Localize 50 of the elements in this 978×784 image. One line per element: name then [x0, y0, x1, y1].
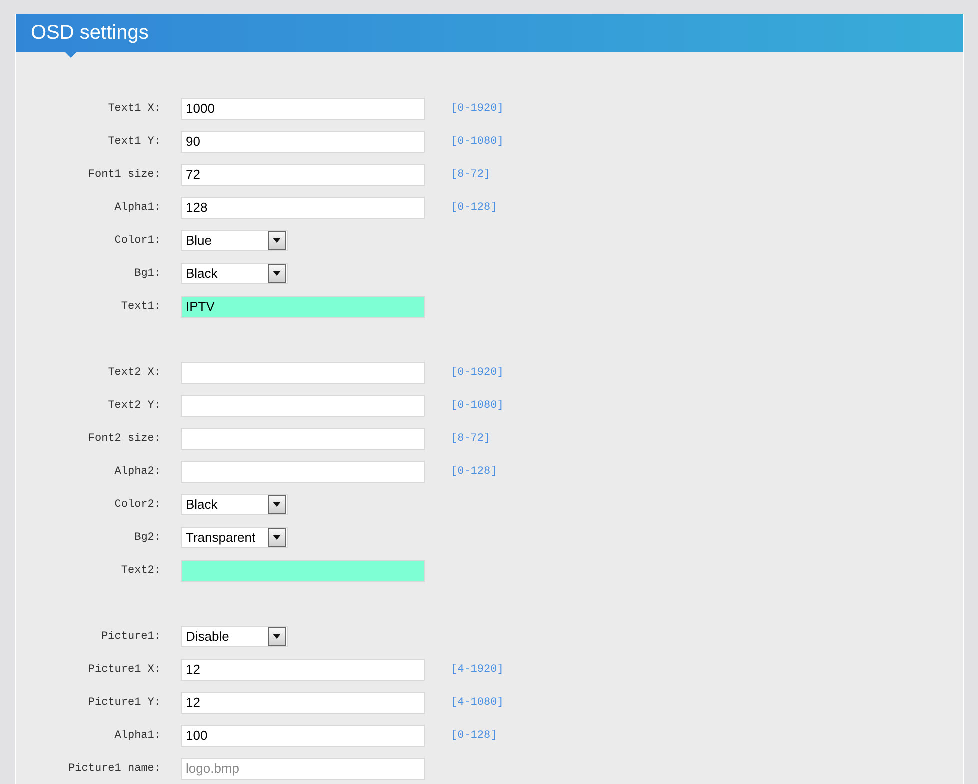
panel-title: OSD settings [31, 22, 149, 44]
field-label: Text1 X: [108, 102, 161, 114]
text-field[interactable]: IPTV [181, 296, 425, 318]
field-label: Text2 X: [108, 366, 161, 378]
field-label: Picture1 name: [68, 762, 161, 774]
input-field[interactable] [181, 394, 425, 416]
input-field[interactable]: 1000 [181, 98, 425, 120]
input-field[interactable]: 72 [181, 164, 425, 186]
field-label: Picture1 Y: [88, 696, 161, 708]
input-field[interactable] [181, 460, 425, 482]
field-label: Font2 size: [88, 432, 161, 444]
input-field[interactable]: 100 [181, 724, 425, 746]
range-hint: [4-1080] [451, 696, 505, 708]
input-field[interactable]: logo.bmp [181, 758, 425, 780]
dropdown[interactable]: Transparent [181, 527, 288, 548]
input-field[interactable] [181, 428, 425, 450]
range-hint: [0-128] [451, 202, 498, 214]
input-field[interactable] [181, 362, 425, 384]
dropdown[interactable]: Disable [181, 626, 288, 647]
field-label: Bg1: [134, 268, 161, 280]
input-field[interactable]: 12 [181, 658, 425, 680]
field-label: Alpha1: [114, 730, 161, 742]
range-hint: [4-1920] [451, 664, 505, 676]
range-hint: [0-128] [451, 730, 498, 742]
field-label: Text1: [121, 300, 161, 312]
field-label: Picture1 X: [88, 664, 161, 676]
field-label: Bg2: [134, 532, 161, 544]
dropdown[interactable]: Black [181, 494, 288, 515]
input-field[interactable]: 128 [181, 196, 425, 218]
text-field[interactable] [181, 560, 425, 582]
range-hint: [0-1920] [451, 366, 505, 378]
field-label: Text2 Y: [108, 400, 161, 412]
range-hint: [0-1080] [451, 136, 505, 148]
field-label: Font1 size: [88, 168, 161, 180]
input-field[interactable]: 90 [181, 130, 425, 152]
field-label: Picture1: [102, 630, 161, 642]
dropdown[interactable]: Black [181, 263, 288, 284]
field-label: Color1: [114, 234, 161, 246]
dropdown[interactable]: Blue [181, 230, 288, 251]
input-field[interactable]: 12 [181, 692, 425, 714]
field-label: Color2: [114, 498, 161, 510]
field-label: Alpha2: [114, 466, 161, 478]
range-hint: [8-72] [451, 432, 492, 444]
field-label: Text2: [121, 564, 161, 576]
range-hint: [8-72] [451, 168, 492, 180]
field-label: Alpha1: [114, 202, 161, 214]
range-hint: [0-1080] [451, 400, 505, 412]
field-label: Text1 Y: [108, 136, 161, 148]
range-hint: [0-128] [451, 466, 498, 478]
range-hint: [0-1920] [451, 102, 505, 114]
